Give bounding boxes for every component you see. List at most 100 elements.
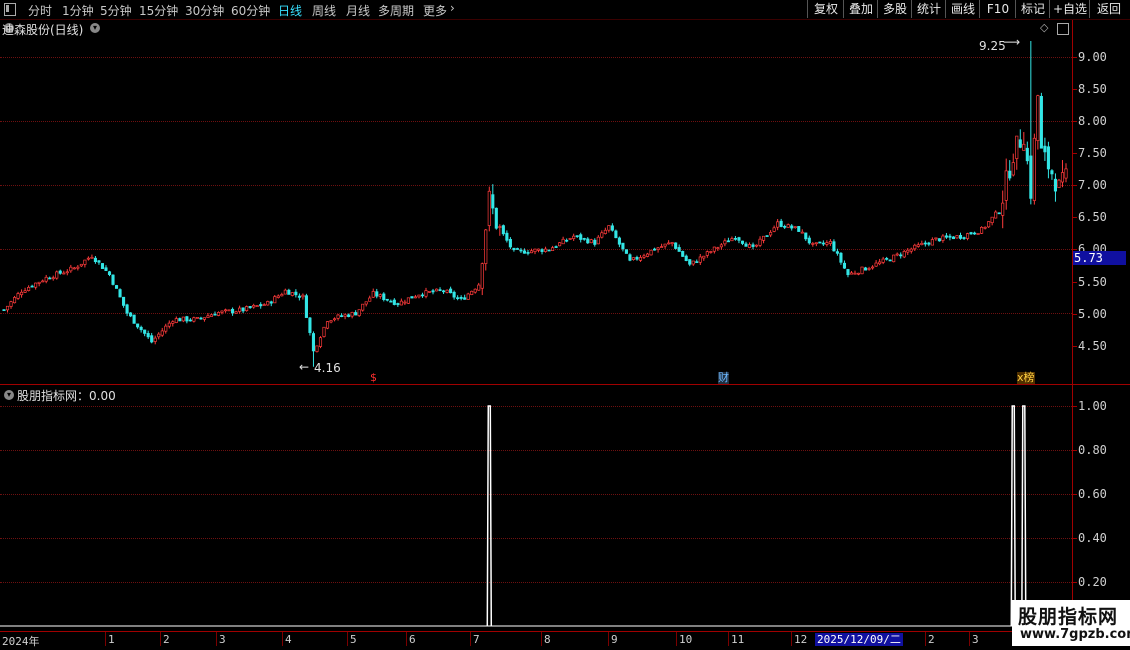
candle-body	[93, 257, 97, 263]
period-tab-15min[interactable]: 15分钟	[139, 2, 178, 19]
candle-body	[311, 333, 316, 352]
candle-body	[1011, 162, 1015, 176]
candle-body	[667, 242, 671, 245]
indicator-menu-icon[interactable]: ▾	[4, 390, 14, 400]
settings-circle-icon[interactable]: ▾	[90, 23, 100, 33]
period-tab-fenshi[interactable]: 分时	[28, 2, 52, 19]
candle-body	[322, 326, 326, 337]
candle-body	[178, 318, 182, 322]
candle-body	[688, 259, 692, 265]
candle-body	[551, 247, 555, 251]
candlestick-chart	[2, 41, 1068, 367]
candle-body	[1060, 172, 1065, 183]
indicator-signal-spike	[1021, 405, 1027, 627]
period-tab-60min[interactable]: 60分钟	[231, 2, 270, 19]
candle-body	[65, 271, 69, 274]
f10-button[interactable]: F10	[979, 0, 1016, 18]
period-tab-monthly[interactable]: 月线	[346, 2, 370, 19]
add-watchlist-button[interactable]: +自选	[1049, 0, 1090, 18]
candle-body	[111, 274, 115, 285]
event-marker-dollar[interactable]: $	[370, 372, 377, 384]
low-arrow-icon: ←	[299, 360, 310, 374]
candle-body	[153, 337, 157, 342]
candle-body	[361, 303, 365, 311]
candle-body	[965, 233, 970, 239]
candle-body	[607, 225, 611, 231]
candle-body	[100, 263, 105, 269]
candle-body	[273, 296, 277, 304]
overlay-button[interactable]: 叠加	[843, 0, 878, 18]
candle-body	[171, 321, 175, 324]
period-tab-multi[interactable]: 多周期	[378, 2, 414, 19]
candle-body	[951, 236, 956, 240]
candle-body	[888, 259, 892, 262]
time-label: 9	[611, 633, 618, 646]
diamond-icon[interactable]: ◇	[1040, 21, 1048, 34]
statistics-button[interactable]: 统计	[911, 0, 946, 18]
period-tab-1min[interactable]: 1分钟	[62, 2, 94, 19]
draw-line-button[interactable]: 画线	[945, 0, 980, 18]
back-button[interactable]: 返回	[1089, 0, 1128, 18]
indicator-panel[interactable]	[0, 386, 1072, 630]
candle-body	[255, 305, 259, 307]
candle-body	[790, 225, 794, 229]
candle-body	[1036, 95, 1040, 141]
time-label: 11	[731, 633, 745, 646]
candle-body	[427, 291, 432, 293]
candle-body	[691, 260, 695, 265]
y-tick-label: 8.50	[1078, 82, 1107, 96]
candle-body	[195, 317, 199, 319]
panel-toggle-icon[interactable]	[1057, 23, 1069, 35]
candle-body	[297, 295, 301, 298]
watermark: 股朋指标网 www.7gpzb.com	[1012, 600, 1130, 646]
window-icon[interactable]	[4, 3, 16, 16]
candle-body	[181, 316, 185, 322]
candle-body	[670, 242, 674, 245]
time-axis: 2024年 1 2 3 4 5 6 7 8 9 10 11 12 2 3 202…	[0, 631, 1072, 648]
candle-body	[575, 235, 579, 238]
candle-body	[445, 289, 449, 293]
period-tab-more[interactable]: 更多	[423, 2, 447, 19]
candle-body	[403, 301, 407, 304]
candle-body	[927, 242, 931, 245]
time-label: 6	[409, 633, 416, 646]
price-chart-panel[interactable]	[0, 20, 1072, 384]
candle-body	[122, 296, 126, 306]
period-tab-daily[interactable]: 日线	[278, 2, 302, 19]
time-tick	[791, 632, 792, 646]
candle-body	[660, 246, 664, 248]
candle-body	[923, 242, 927, 245]
side-info-strip	[1120, 20, 1130, 631]
candle-body	[765, 235, 769, 237]
candle-body	[846, 269, 850, 276]
candle-body	[227, 309, 231, 312]
multi-stock-button[interactable]: 多股	[877, 0, 912, 18]
period-tab-5min[interactable]: 5分钟	[100, 2, 132, 19]
candle-body	[726, 240, 730, 243]
candle-body	[223, 309, 228, 312]
candle-body	[304, 295, 308, 318]
fuquan-button[interactable]: 复权	[807, 0, 844, 18]
chevron-right-icon[interactable]: ›	[450, 1, 455, 15]
candle-body	[642, 255, 646, 258]
candle-body	[164, 325, 168, 332]
event-marker-finance[interactable]: 财	[718, 372, 729, 384]
event-marker-rank[interactable]: x榜	[1017, 372, 1035, 384]
time-label: 3	[219, 633, 226, 646]
candle-body	[593, 239, 597, 245]
candle-body	[723, 240, 727, 245]
candle-body	[653, 248, 657, 251]
candle-body	[674, 242, 678, 249]
candle-body	[1032, 137, 1036, 201]
indicator-title: 股朋指标网：0.00	[17, 387, 116, 404]
candle-body	[473, 288, 477, 293]
candle-body	[899, 254, 903, 257]
period-tab-weekly[interactable]: 周线	[312, 2, 336, 19]
candle-body	[209, 314, 214, 317]
candle-body	[287, 289, 291, 295]
candle-body	[871, 266, 875, 269]
period-tab-30min[interactable]: 30分钟	[185, 2, 224, 19]
mark-button[interactable]: 标记	[1015, 0, 1050, 18]
candle-body	[262, 304, 266, 306]
candle-body	[582, 238, 586, 240]
